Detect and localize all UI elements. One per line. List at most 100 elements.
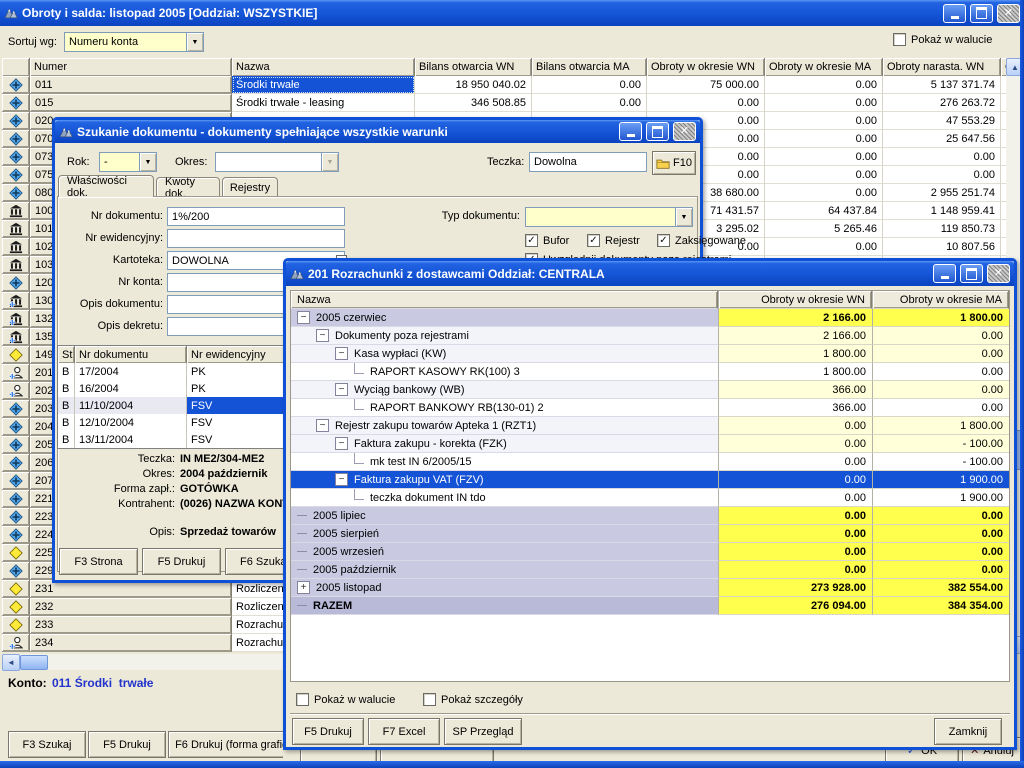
tree-node-name[interactable]: RAPORT BANKOWY RB(130-01) 2	[291, 399, 718, 417]
grid-column-header[interactable]: Nr dokumentu	[75, 346, 187, 363]
collapse-icon[interactable]: −	[335, 473, 348, 486]
restore-button[interactable]	[960, 264, 983, 283]
value-ma[interactable]: - 100.00	[872, 435, 1009, 453]
value-ma[interactable]: 0.00	[872, 345, 1009, 363]
value-wn[interactable]: 1 800.00	[718, 363, 872, 381]
tree-row[interactable]: −Kasa wypłaci (KW)1 800.000.00	[291, 345, 1009, 363]
value-wn[interactable]: 0.00	[718, 417, 872, 435]
value-wn[interactable]: 0.00	[718, 507, 872, 525]
value-wn[interactable]: 273 928.00	[718, 579, 872, 597]
tab-rejestry[interactable]: Rejestry	[222, 177, 278, 197]
grid-cell-nr[interactable]: 11/10/2004	[75, 397, 187, 414]
field-input[interactable]: 1%/200	[167, 207, 345, 226]
tree-row[interactable]: −Wyciąg bankowy (WB)366.000.00	[291, 381, 1009, 399]
tree-row[interactable]: 2005 wrzesień0.000.00	[291, 543, 1009, 561]
account-value[interactable]: 0.00	[532, 76, 647, 94]
rok-combobox[interactable]: - ▼	[99, 152, 157, 172]
account-value[interactable]: 0.00	[765, 76, 883, 94]
teczka-input[interactable]: Dowolna	[529, 152, 647, 172]
grid-cell-nr[interactable]: 16/2004	[75, 380, 187, 397]
account-value[interactable]: 0.00	[647, 94, 765, 112]
value-ma[interactable]: 0.00	[872, 381, 1009, 399]
show-currency-main[interactable]: Pokaż w walucie	[893, 33, 992, 46]
account-value[interactable]: 0.00	[765, 184, 883, 202]
account-value[interactable]: 2 955 251.74	[883, 184, 1001, 202]
main-button-1[interactable]: F3 Szukaj	[8, 731, 86, 758]
tree-node-name[interactable]: −Dokumenty poza rejestrami	[291, 327, 718, 345]
account-value[interactable]: 0.00	[765, 94, 883, 112]
horizontal-scroll-thumb[interactable]	[20, 655, 48, 670]
account-value[interactable]: 25 647.56	[883, 130, 1001, 148]
column-header[interactable]: Nazwa	[232, 58, 415, 76]
value-wn[interactable]: 366.00	[718, 399, 872, 417]
account-name[interactable]: Środki trwałe - leasing	[232, 94, 415, 112]
value-ma[interactable]: 0.00	[872, 561, 1009, 579]
tree-row[interactable]: RAPORT KASOWY RK(100) 31 800.000.00	[291, 363, 1009, 381]
tree-node-name[interactable]: 2005 sierpień	[291, 525, 718, 543]
collapse-icon[interactable]: −	[316, 329, 329, 342]
account-value[interactable]: 10 807.56	[883, 238, 1001, 256]
restore-button[interactable]	[646, 122, 669, 141]
value-wn[interactable]: 0.00	[718, 543, 872, 561]
value-wn[interactable]: 0.00	[718, 453, 872, 471]
value-ma[interactable]: 1 800.00	[872, 309, 1009, 327]
tree-row[interactable]: 2005 sierpień0.000.00	[291, 525, 1009, 543]
tree-node-name[interactable]: −Faktura zakupu VAT (FZV)	[291, 471, 718, 489]
value-wn[interactable]: 276 094.00	[718, 597, 872, 615]
checkbox-icon[interactable]: ✓	[657, 234, 670, 247]
main-button-2[interactable]: F5 Drukuj	[88, 731, 166, 758]
search-titlebar[interactable]: Szukanie dokumentu - dokumenty spełniają…	[55, 120, 700, 143]
search-button-2[interactable]: F5 Drukuj	[142, 548, 221, 575]
value-ma[interactable]: - 100.00	[872, 453, 1009, 471]
tree-node-name[interactable]: −Faktura zakupu - korekta (FZK)	[291, 435, 718, 453]
search-checkbox[interactable]: ✓Bufor	[525, 234, 569, 247]
tree-node-name[interactable]: +2005 listopad	[291, 579, 718, 597]
expand-icon[interactable]: +	[297, 581, 310, 594]
tree-row[interactable]: −Faktura zakupu VAT (FZV)0.001 900.00	[291, 471, 1009, 489]
account-number[interactable]: 011	[30, 76, 232, 94]
account-value[interactable]: 18 950 040.02	[415, 76, 532, 94]
rozrachunki-button-1[interactable]: F5 Drukuj	[292, 718, 364, 745]
account-value[interactable]: 119 850.73	[883, 220, 1001, 238]
value-ma[interactable]: 1 800.00	[872, 417, 1009, 435]
collapse-icon[interactable]: −	[335, 347, 348, 360]
tree-row[interactable]: RAZEM276 094.00384 354.00	[291, 597, 1009, 615]
column-header[interactable]: Obroty w okresie WN	[647, 58, 765, 76]
scroll-left-icon[interactable]: ◄	[2, 654, 20, 671]
value-wn[interactable]: 0.00	[718, 471, 872, 489]
rozrachunki-button-3[interactable]: SP Przegląd	[444, 718, 522, 745]
account-value[interactable]: 0.00	[532, 94, 647, 112]
column-header[interactable]: Bilans otwarcia MA	[532, 58, 647, 76]
account-value[interactable]: 75 000.00	[647, 76, 765, 94]
table-row[interactable]: 015Środki trwałe - leasing346 508.850.00…	[2, 94, 1005, 112]
tab-kwoty-dok[interactable]: Kwoty dok.	[156, 177, 220, 197]
collapse-icon[interactable]: −	[335, 383, 348, 396]
account-number[interactable]: 015	[30, 94, 232, 112]
account-value[interactable]: 5 137 371.74	[883, 76, 1001, 94]
rozrachunki-checkbox[interactable]: Pokaż szczegóły	[423, 693, 523, 706]
sort-combobox[interactable]: Numeru konta ▼	[64, 32, 204, 52]
account-number[interactable]: 232	[30, 598, 232, 616]
tree-node-name[interactable]: 2005 październik	[291, 561, 718, 579]
column-header[interactable]: Obroty narasta. WN	[883, 58, 1001, 76]
search-button-1[interactable]: F3 Strona	[59, 548, 138, 575]
search-checkbox[interactable]: ✓Rejestr	[587, 234, 640, 247]
tree-node-name[interactable]: RAZEM	[291, 597, 718, 615]
grid-cell-nr[interactable]: 13/11/2004	[75, 431, 187, 448]
tree-row[interactable]: 2005 październik0.000.00	[291, 561, 1009, 579]
value-ma[interactable]: 0.00	[872, 399, 1009, 417]
column-header[interactable]: Numer	[30, 58, 232, 76]
restore-button[interactable]	[970, 4, 993, 23]
collapse-icon[interactable]: −	[297, 311, 310, 324]
account-value[interactable]: 0.00	[765, 112, 883, 130]
value-wn[interactable]: 366.00	[718, 381, 872, 399]
close-button[interactable]: ✕	[987, 264, 1010, 283]
grid-cell-st[interactable]: B	[58, 397, 75, 414]
chevron-down-icon[interactable]: ▼	[675, 208, 692, 226]
column-header[interactable]: Obroty w okresie MA	[872, 291, 1009, 309]
rozrachunki-checkbox[interactable]: Pokaż w walucie	[296, 693, 395, 706]
tree-node-name[interactable]: teczka dokument IN tdo	[291, 489, 718, 507]
tree-row[interactable]: −Faktura zakupu - korekta (FZK)0.00- 100…	[291, 435, 1009, 453]
account-name[interactable]: Środki trwałe	[232, 76, 415, 94]
tree-row[interactable]: −Dokumenty poza rejestrami2 166.000.00	[291, 327, 1009, 345]
